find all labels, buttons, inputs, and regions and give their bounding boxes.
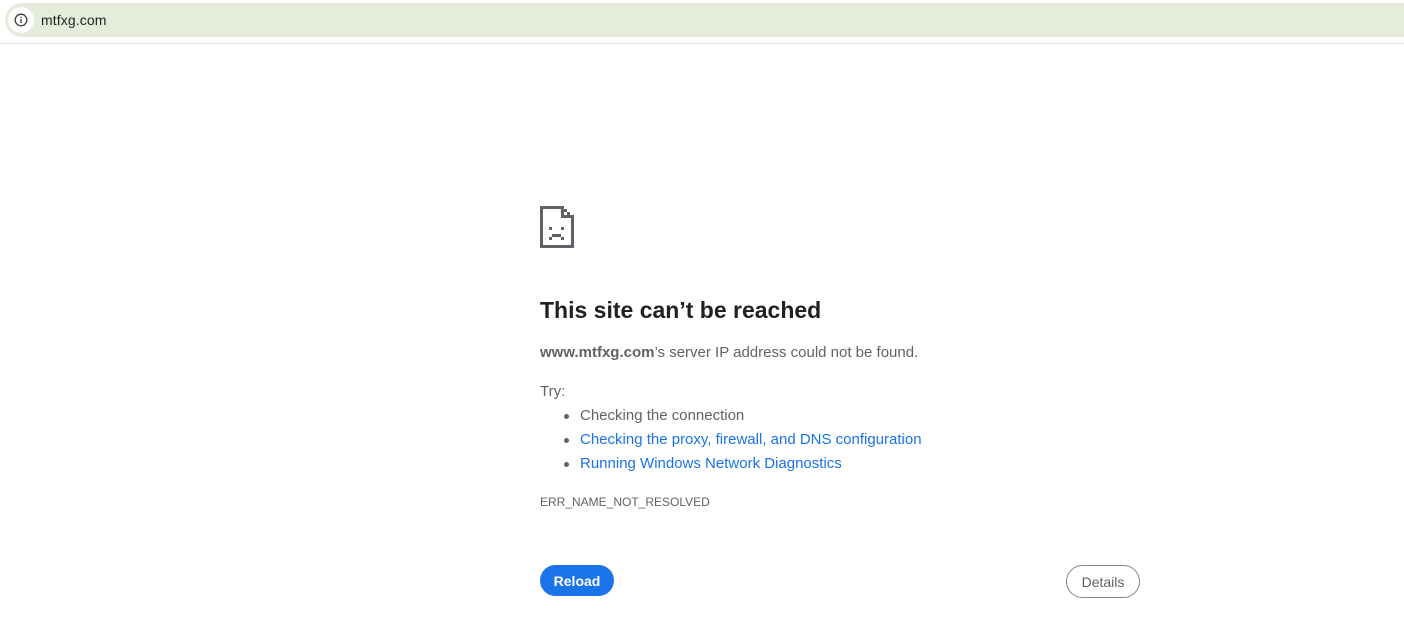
check-proxy-link[interactable]: Checking the proxy, firewall, and DNS co… xyxy=(580,431,922,448)
reload-button[interactable]: Reload xyxy=(540,565,614,596)
browser-toolbar: mtfxg.com xyxy=(0,0,1404,44)
error-host: www.mtfxg.com xyxy=(540,344,655,361)
info-circle-icon[interactable] xyxy=(8,7,34,33)
suggestion-network-diagnostics[interactable]: Running Windows Network Diagnostics xyxy=(564,452,922,476)
sad-document-icon xyxy=(540,206,574,248)
suggestions-list: Checking the connection Checking the pro… xyxy=(540,404,922,476)
error-summary-text: ’s server IP address could not be found. xyxy=(654,344,919,361)
address-bar[interactable]: mtfxg.com xyxy=(5,3,1404,37)
suggestion-check-connection: Checking the connection xyxy=(564,404,922,428)
details-button[interactable]: Details xyxy=(1066,565,1140,598)
error-code: ERR_NAME_NOT_RESOLVED xyxy=(540,495,710,509)
error-summary: www.mtfxg.com’s server IP address could … xyxy=(540,343,918,363)
suggestion-label: Checking the connection xyxy=(580,407,745,424)
network-diagnostics-link[interactable]: Running Windows Network Diagnostics xyxy=(580,455,842,472)
url-text[interactable]: mtfxg.com xyxy=(41,12,106,28)
suggestion-check-proxy[interactable]: Checking the proxy, firewall, and DNS co… xyxy=(564,428,922,452)
error-heading: This site can’t be reached xyxy=(540,297,822,323)
try-label: Try: xyxy=(540,383,566,400)
